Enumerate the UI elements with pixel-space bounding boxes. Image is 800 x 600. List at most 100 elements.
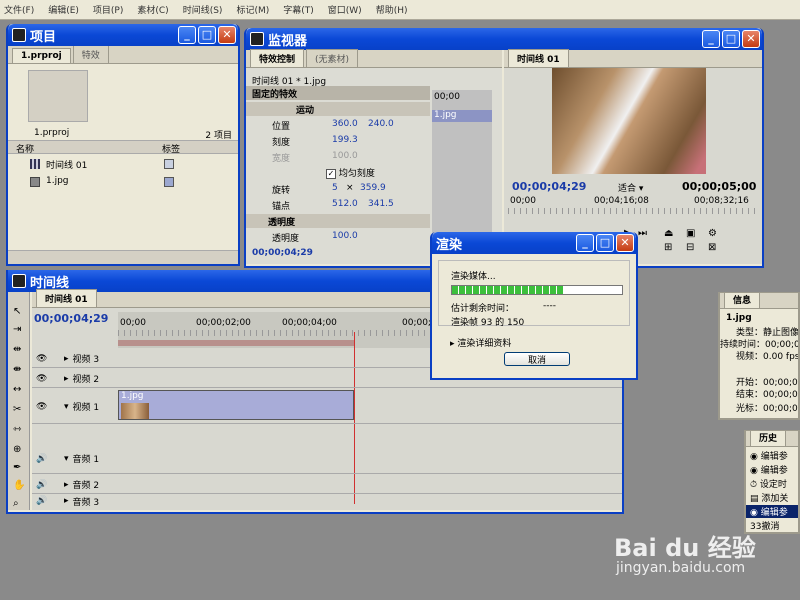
history-step-icon: ◉ <box>750 508 761 518</box>
ripple-edit-tool-icon[interactable]: ⇹ <box>13 344 21 355</box>
speaker-icon[interactable]: 🔊 <box>36 480 50 490</box>
export-frame-icon[interactable]: ▣ <box>686 228 695 239</box>
menu-project[interactable]: 项目(P) <box>93 3 123 16</box>
minimize-button[interactable]: _ <box>702 30 720 48</box>
close-button[interactable]: ✕ <box>218 26 236 44</box>
project-thumbnail <box>28 70 88 122</box>
list-item[interactable]: ◉ 编辑参 <box>746 505 798 518</box>
zoom-tool-icon[interactable]: ⌕ <box>13 498 19 509</box>
slip-tool-icon[interactable]: ⇿ <box>13 424 21 435</box>
info-cursor-value: 00;00;01;2 <box>763 404 798 414</box>
speaker-icon[interactable]: 🔊 <box>36 496 50 506</box>
list-item[interactable]: ▤ 添加关 <box>750 491 798 504</box>
menu-file[interactable]: 文件(F) <box>4 3 34 16</box>
col-name[interactable]: 名称 <box>16 142 34 155</box>
razor-tool-icon[interactable]: ✂ <box>13 404 21 415</box>
tab-project-file[interactable]: 1.prproj <box>12 48 71 63</box>
opacity-section-row[interactable]: 透明度 <box>246 214 430 228</box>
expand-icon[interactable]: ▾ <box>64 402 69 412</box>
menu-marker[interactable]: 标记(M) <box>236 3 269 16</box>
expand-icon[interactable]: ▸ <box>64 374 69 384</box>
close-button[interactable]: ✕ <box>742 30 760 48</box>
position-y-value[interactable]: 240.0 <box>368 119 394 129</box>
anchor-x-value[interactable]: 512.0 <box>332 199 358 209</box>
menu-edit[interactable]: 编辑(E) <box>48 3 79 16</box>
menu-title[interactable]: 字幕(T) <box>283 3 314 16</box>
render-titlebar[interactable]: 渲染 _ □ ✕ <box>432 232 636 254</box>
ruler-tick-label: 00;00;04;00 <box>282 318 337 328</box>
eye-icon[interactable]: 👁 <box>36 354 50 364</box>
timeline-timecode[interactable]: 00;00;04;29 <box>34 312 108 325</box>
anchor-y-value[interactable]: 341.5 <box>368 199 394 209</box>
list-item[interactable]: ◉ 编辑参 <box>750 463 798 476</box>
monitor-titlebar[interactable]: 监视器 _ □ ✕ <box>246 28 762 50</box>
render-title: 渲染 <box>436 237 463 253</box>
uniform-scale-checkbox[interactable]: ✓ <box>326 168 336 179</box>
maximize-button[interactable]: □ <box>198 26 216 44</box>
fit-dropdown[interactable]: 适合 ▾ <box>618 181 643 194</box>
effect-timecode[interactable]: 00;00;04;29 <box>252 248 313 258</box>
tab-effects[interactable]: 特效 <box>72 45 109 63</box>
video-clip[interactable]: 1.jpg <box>118 390 354 420</box>
rotation-turns-value[interactable]: 5 <box>332 183 338 193</box>
scale-value[interactable]: 199.3 <box>332 135 358 145</box>
output-icon[interactable]: ⊠ <box>708 242 716 253</box>
cancel-button[interactable]: 取消 <box>504 352 570 366</box>
render-body: 渲染媒体... 估计剩余时间： ---- 渲染帧 93 的 150 <box>438 260 630 328</box>
project-title: 项目 <box>30 29 57 45</box>
track-select-tool-icon[interactable]: ⇥ <box>13 324 21 335</box>
list-item[interactable]: ⏱ 设定时 <box>750 477 798 490</box>
image-icon <box>30 177 40 187</box>
eye-icon[interactable]: 👁 <box>36 374 50 384</box>
history-panel: 历史 ◉ 编辑参 ◉ 编辑参 ⏱ 设定时 ▤ 添加关 ◉ 编辑参 33撤消 <box>744 430 800 534</box>
list-item[interactable]: 1.jpg <box>8 174 238 190</box>
expand-icon[interactable]: ▾ <box>64 454 69 464</box>
lift-icon[interactable]: ⏏ <box>664 228 673 239</box>
trim-icon[interactable]: ⊞ <box>664 242 672 253</box>
hand-tool-icon[interactable]: ✋ <box>13 480 25 491</box>
menu-timeline[interactable]: 时间线(S) <box>183 3 223 16</box>
close-button[interactable]: ✕ <box>616 234 634 252</box>
position-x-value[interactable]: 360.0 <box>332 119 358 129</box>
expand-icon[interactable]: ▸ <box>64 496 69 506</box>
history-item-label: 编辑参 <box>760 466 788 476</box>
opacity-value[interactable]: 100.0 <box>332 231 358 241</box>
speaker-icon[interactable]: 🔊 <box>36 454 50 464</box>
track-label: 音频 2 <box>72 481 100 491</box>
minimize-button[interactable]: _ <box>576 234 594 252</box>
col-label[interactable]: 标签 <box>162 142 180 155</box>
maximize-button[interactable]: □ <box>722 30 740 48</box>
expand-icon[interactable]: ▸ <box>64 480 69 490</box>
history-item-label: 编辑参 <box>760 452 788 462</box>
tab-effect-controls[interactable]: 特效控制 <box>250 49 305 67</box>
render-details-toggle[interactable]: ▸ 渲染详细资料 <box>450 336 511 349</box>
rolling-edit-tool-icon[interactable]: ⇼ <box>13 364 21 375</box>
project-titlebar[interactable]: 项目 _ □ ✕ <box>8 24 238 46</box>
pen-tool-icon[interactable]: ✒ <box>13 462 21 473</box>
step-forward-icon[interactable]: ⏭ <box>638 228 647 239</box>
tab-sequence[interactable]: 时间线 01 <box>36 289 97 307</box>
menu-clip[interactable]: 素材(C) <box>137 3 168 16</box>
tab-program[interactable]: 时间线 01 <box>508 49 569 67</box>
project-window: 项目 _ □ ✕ 1.prproj 特效 1.prproj 2 项目 名称 标签… <box>6 24 240 266</box>
expand-icon[interactable]: ▸ <box>64 354 69 364</box>
program-timecode[interactable]: 00;00;04;29 <box>512 180 586 193</box>
safe-margins-icon[interactable]: ⊟ <box>686 242 694 253</box>
maximize-button[interactable]: □ <box>596 234 614 252</box>
list-item[interactable]: ◉ 编辑参 <box>750 449 798 462</box>
motion-row[interactable]: 运动 <box>246 102 430 116</box>
work-area-bar[interactable] <box>118 340 354 346</box>
selection-tool-icon[interactable]: ↖ <box>13 306 21 317</box>
slide-tool-icon[interactable]: ⊕ <box>13 444 21 455</box>
list-item[interactable]: 时间线 01 <box>8 156 238 172</box>
minimize-button[interactable]: _ <box>178 26 196 44</box>
rate-stretch-tool-icon[interactable]: ↔ <box>13 384 21 395</box>
settings-icon[interactable]: ⚙ <box>708 228 717 239</box>
rotation-degrees-value[interactable]: 359.9 <box>360 183 386 193</box>
tab-no-clip[interactable]: (无素材) <box>306 49 359 67</box>
tab-info[interactable]: 信息 <box>724 293 761 308</box>
tab-history[interactable]: 历史 <box>750 431 787 446</box>
eye-icon[interactable]: 👁 <box>36 402 50 412</box>
menu-window[interactable]: 窗口(W) <box>328 3 362 16</box>
menu-help[interactable]: 帮助(H) <box>376 3 408 16</box>
